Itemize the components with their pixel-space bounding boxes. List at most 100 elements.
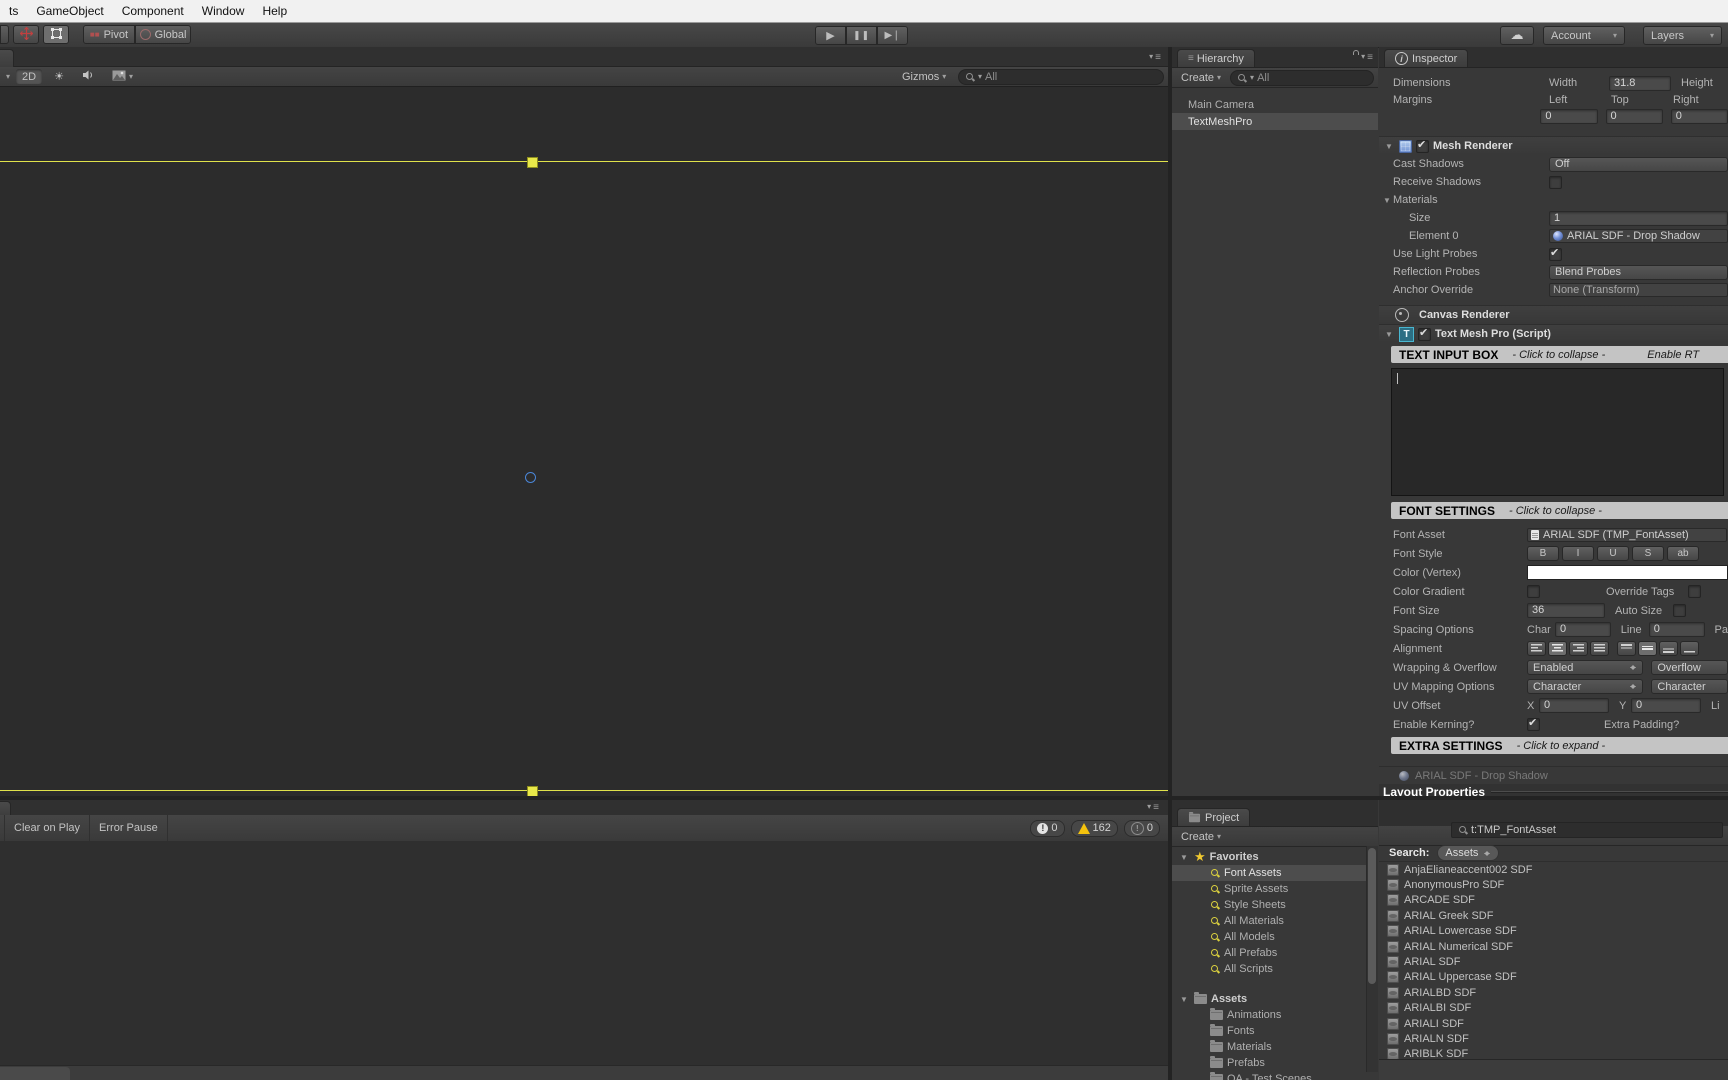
asset-folder-item[interactable]: QA - Test Scenes bbox=[1172, 1071, 1378, 1080]
align-baseline-button[interactable] bbox=[1680, 641, 1699, 656]
materials-foldout-row[interactable]: ▼ Materials bbox=[1379, 191, 1728, 209]
favorite-search-item[interactable]: All Materials bbox=[1172, 913, 1378, 929]
search-result-item[interactable]: ARIALBD SDF bbox=[1379, 985, 1728, 1000]
favorite-search-item[interactable]: All Models bbox=[1172, 929, 1378, 945]
element0-object-field[interactable]: ARIAL SDF - Drop Shadow bbox=[1549, 229, 1728, 243]
margin-left-field[interactable]: 0 bbox=[1540, 108, 1598, 124]
uv-mapping-dropdown-2[interactable]: Character bbox=[1651, 679, 1728, 694]
clear-on-play-button[interactable]: Clear on Play bbox=[5, 815, 91, 841]
hierarchy-item[interactable]: TextMeshPro bbox=[1172, 113, 1378, 130]
textmeshpro-header[interactable]: ▼ T Text Mesh Pro (Script) bbox=[1379, 324, 1728, 343]
play-button[interactable]: ▶ bbox=[815, 26, 846, 45]
pivot-button[interactable]: ■■ Pivot bbox=[83, 25, 135, 44]
search-result-item[interactable]: ARCADE SDF bbox=[1379, 893, 1728, 908]
asset-folder-item[interactable]: Animations bbox=[1172, 1007, 1378, 1023]
menu-item[interactable]: ts bbox=[0, 4, 27, 18]
asset-folder-item[interactable]: Fonts bbox=[1172, 1023, 1378, 1039]
hierarchy-search-input[interactable]: ▾ All bbox=[1230, 69, 1374, 86]
anchor-override-object-field[interactable]: None (Transform) bbox=[1549, 283, 1728, 297]
rect-gizmo-bottom-edge[interactable] bbox=[0, 790, 1168, 791]
console-panel-menu-icon[interactable]: ▾ ≡ bbox=[1147, 802, 1159, 813]
override-tags-checkbox[interactable] bbox=[1688, 585, 1701, 598]
mesh-renderer-header[interactable]: ▼ Mesh Renderer bbox=[1379, 136, 1728, 155]
font-style-button[interactable]: U bbox=[1597, 546, 1629, 561]
hierarchy-tab[interactable]: ≡ Hierarchy bbox=[1177, 49, 1255, 67]
cloud-button[interactable]: ☁ bbox=[1500, 26, 1534, 45]
font-style-button[interactable]: ab bbox=[1667, 546, 1699, 561]
2d-toggle-button[interactable]: 2D bbox=[16, 69, 43, 84]
search-result-item[interactable]: AnjaElianeaccent002 SDF bbox=[1379, 862, 1728, 877]
project-search-input[interactable]: t:TMP_FontAsset bbox=[1451, 822, 1723, 838]
hierarchy-item[interactable]: Main Camera bbox=[1172, 96, 1378, 113]
canvas-renderer-header[interactable]: Canvas Renderer bbox=[1379, 305, 1728, 324]
material-editor-header-partial[interactable]: ARIAL SDF - Drop Shadow bbox=[1379, 766, 1728, 784]
favorite-search-item[interactable]: All Prefabs bbox=[1172, 945, 1378, 961]
menu-item[interactable]: Window bbox=[193, 4, 254, 18]
hierarchy-panel-menu-icon[interactable]: ▾ ≡ bbox=[1361, 52, 1373, 63]
error-pause-button[interactable]: Error Pause bbox=[90, 815, 168, 841]
enable-kerning-checkbox[interactable] bbox=[1527, 716, 1540, 731]
uv-offset-y-field[interactable]: 0 bbox=[1631, 698, 1701, 713]
project-create-button[interactable]: Create ▾ bbox=[1176, 827, 1226, 846]
effects-dropdown-button[interactable]: ▾ bbox=[106, 69, 139, 84]
text-input-area[interactable] bbox=[1391, 368, 1724, 496]
align-bottom-button[interactable] bbox=[1659, 641, 1678, 656]
align-justify-button[interactable] bbox=[1590, 641, 1609, 656]
scene-search-input[interactable]: ▾ All bbox=[958, 68, 1164, 85]
foldout-icon[interactable]: ▼ bbox=[1383, 142, 1395, 151]
lighting-toggle-button[interactable]: ☀ bbox=[48, 69, 70, 84]
align-center-button[interactable] bbox=[1548, 641, 1567, 656]
width-field[interactable]: 31.8 bbox=[1609, 75, 1671, 91]
search-result-item[interactable]: ARIALI SDF bbox=[1379, 1016, 1728, 1031]
favorite-search-item[interactable]: Style Sheets bbox=[1172, 897, 1378, 913]
foldout-icon[interactable]: ▼ bbox=[1381, 196, 1393, 205]
search-result-item[interactable]: ARIAL Uppercase SDF bbox=[1379, 970, 1728, 985]
search-result-item[interactable]: ARIALN SDF bbox=[1379, 1031, 1728, 1046]
margin-right-field[interactable]: 0 bbox=[1670, 108, 1728, 124]
font-style-button[interactable]: S bbox=[1632, 546, 1664, 561]
line-spacing-field[interactable]: 0 bbox=[1648, 622, 1705, 637]
foldout-icon[interactable]: ▼ bbox=[1383, 330, 1395, 339]
search-scope-pill[interactable]: Assets bbox=[1437, 845, 1500, 861]
text-input-box-bar[interactable]: TEXT INPUT BOX - Click to collapse - Ena… bbox=[1391, 346, 1728, 363]
scene-panel-menu-icon[interactable]: ▾ ≡ bbox=[1149, 52, 1161, 63]
console-tab-partial[interactable] bbox=[0, 801, 11, 816]
inspector-tab[interactable]: i Inspector bbox=[1384, 49, 1469, 67]
use-light-probes-checkbox[interactable] bbox=[1549, 246, 1562, 261]
font-settings-bar[interactable]: FONT SETTINGS - Click to collapse - bbox=[1391, 502, 1728, 519]
error-count-badge[interactable]: ! 0 bbox=[1030, 819, 1065, 837]
object-pivot-gizmo[interactable] bbox=[525, 472, 536, 483]
receive-shadows-checkbox[interactable] bbox=[1549, 175, 1562, 189]
asset-folder-item[interactable]: Prefabs bbox=[1172, 1055, 1378, 1071]
search-result-item[interactable]: ARIAL Greek SDF bbox=[1379, 908, 1728, 923]
align-right-button[interactable] bbox=[1569, 641, 1588, 656]
font-style-button[interactable]: B bbox=[1527, 546, 1559, 561]
menu-item[interactable]: Component bbox=[113, 4, 193, 18]
color-gradient-checkbox[interactable] bbox=[1527, 585, 1540, 598]
rect-gizmo-bottom-handle[interactable] bbox=[527, 786, 538, 796]
mesh-renderer-enabled-checkbox[interactable] bbox=[1416, 138, 1429, 153]
uv-mapping-dropdown[interactable]: Character bbox=[1527, 679, 1644, 694]
project-tab[interactable]: Project bbox=[1177, 808, 1251, 826]
favorite-search-item[interactable]: Sprite Assets bbox=[1172, 881, 1378, 897]
asset-folder-item[interactable]: Materials bbox=[1172, 1039, 1378, 1055]
scene-tab-partial[interactable] bbox=[0, 49, 14, 67]
rect-gizmo-top-handle[interactable] bbox=[527, 157, 538, 168]
search-result-item[interactable]: ARIAL Lowercase SDF bbox=[1379, 924, 1728, 939]
message-count-badge[interactable]: ! 0 bbox=[1123, 819, 1160, 837]
gizmos-dropdown[interactable]: Gizmos ▾ bbox=[896, 69, 952, 84]
search-result-item[interactable]: ARIALBI SDF bbox=[1379, 1001, 1728, 1016]
search-result-item[interactable]: AnonymousPro SDF bbox=[1379, 877, 1728, 892]
audio-toggle-button[interactable] bbox=[76, 69, 100, 84]
layers-dropdown[interactable]: Layers ▾ bbox=[1643, 26, 1722, 45]
console-log-area[interactable] bbox=[0, 841, 1168, 1066]
textmeshpro-enabled-checkbox[interactable] bbox=[1418, 326, 1431, 341]
auto-size-checkbox[interactable] bbox=[1673, 604, 1686, 617]
rect-gizmo-top-edge[interactable] bbox=[0, 161, 1168, 162]
favorite-search-item[interactable]: Font Assets bbox=[1172, 865, 1378, 881]
global-button[interactable]: Global bbox=[135, 25, 191, 44]
warning-count-badge[interactable]: 162 bbox=[1070, 819, 1118, 837]
extra-settings-bar[interactable]: EXTRA SETTINGS - Click to expand - bbox=[1391, 737, 1728, 754]
assets-root[interactable]: ▼ Assets bbox=[1172, 991, 1378, 1007]
scrollbar-thumb[interactable] bbox=[1368, 848, 1376, 984]
